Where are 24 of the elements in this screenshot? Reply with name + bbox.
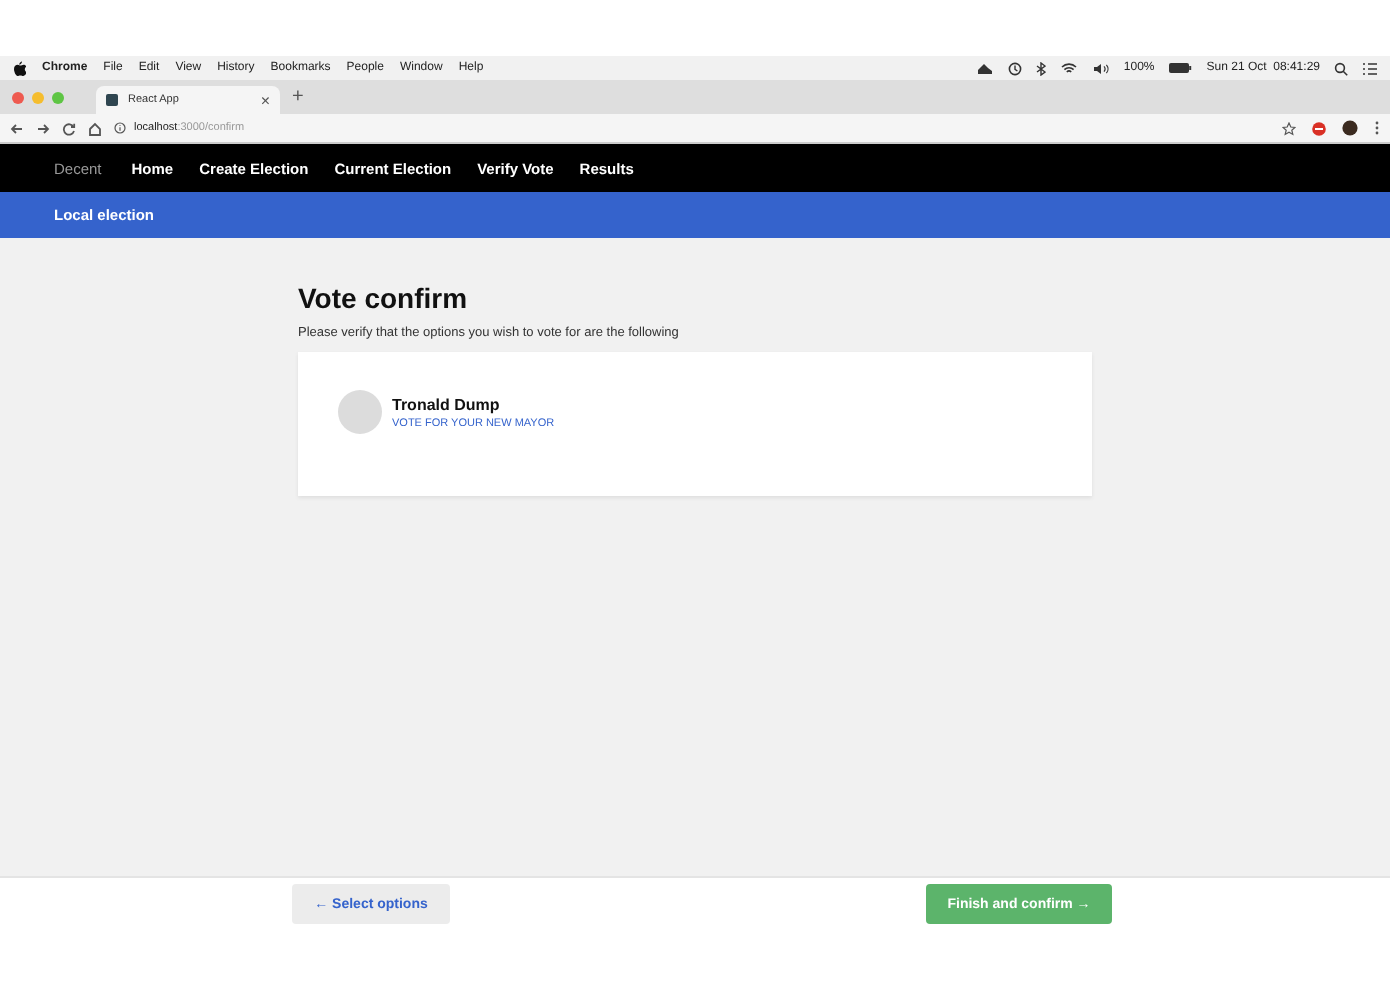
candidate-name: Tronald Dump: [392, 395, 502, 413]
reload-icon[interactable]: [62, 121, 76, 135]
back-arrow-icon[interactable]: [10, 121, 24, 135]
close-window-button[interactable]: [12, 91, 24, 103]
avatar-placeholder: [338, 390, 382, 434]
star-icon[interactable]: [1282, 121, 1296, 135]
stop-sign-icon[interactable]: [1312, 121, 1326, 135]
home-icon[interactable]: [88, 121, 102, 135]
bluetooth-icon: [1035, 61, 1046, 75]
search-icon[interactable]: [1334, 61, 1348, 75]
new-tab-button[interactable]: +: [292, 86, 304, 108]
profile-avatar-icon[interactable]: [1342, 120, 1358, 136]
speaker-icon: [1091, 61, 1110, 75]
clock-icon: [1007, 61, 1022, 75]
tab-close-button[interactable]: ×: [260, 91, 270, 109]
page-favicon-icon: [106, 94, 118, 106]
list-icon[interactable]: [1362, 61, 1378, 75]
wifi-icon: [1059, 61, 1078, 75]
page-heading: Vote confirm: [298, 282, 470, 314]
forward-arrow-icon[interactable]: [36, 121, 50, 135]
battery-icon: [1168, 62, 1193, 74]
apple-icon: [12, 60, 26, 76]
info-icon: [114, 122, 126, 134]
more-menu-icon[interactable]: [1374, 120, 1380, 136]
